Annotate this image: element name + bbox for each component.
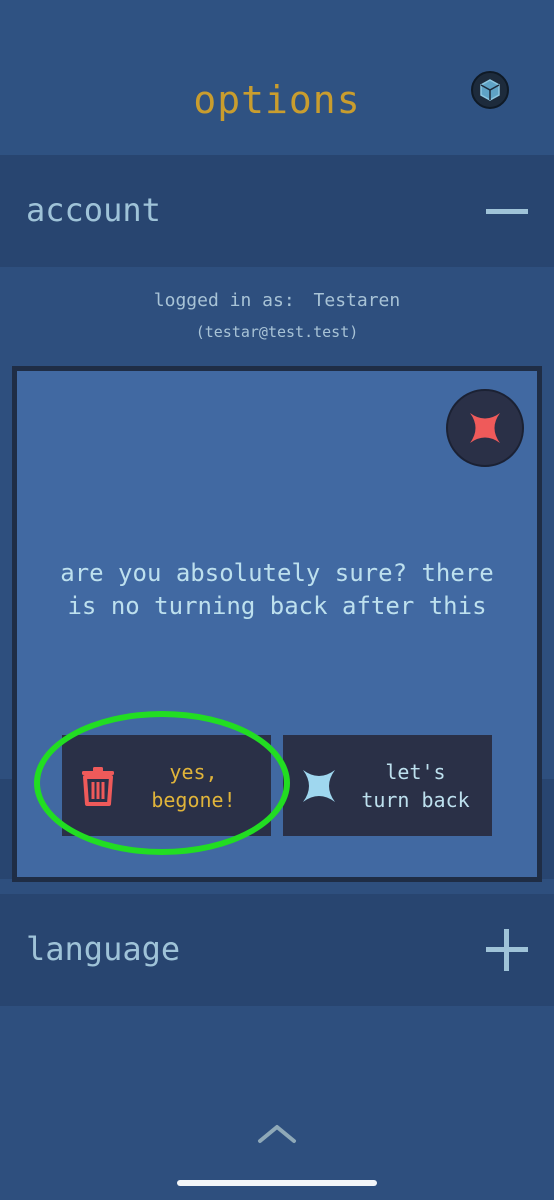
language-section-header[interactable]: language [0,894,554,1006]
confirm-delete-label: yes, begone! [151,759,236,812]
confirm-message: are you absolutely sure? there is no tur… [17,557,537,623]
username: Testaren [313,290,401,311]
cancel-label: let's turn back [361,759,470,812]
logged-in-label: logged in as: [153,290,295,311]
language-section-label: language [26,930,181,968]
trash-icon [82,766,114,806]
header: options [0,0,554,155]
close-icon [470,413,500,443]
close-dialog-button[interactable] [446,389,524,467]
cube-icon[interactable] [471,71,509,109]
confirm-message-line-1: are you absolutely sure? there [60,559,494,587]
confirm-dialog: are you absolutely sure? there is no tur… [12,366,542,882]
user-email: (testar@test.test) [195,323,359,341]
plus-icon[interactable] [486,929,528,971]
account-section-label: account [26,191,161,229]
home-indicator[interactable] [177,1180,377,1186]
minus-icon[interactable] [486,209,528,214]
logged-in-info: logged in as: Testaren [0,290,554,311]
x-icon [303,769,335,802]
chevron-up-icon[interactable] [257,1122,297,1144]
confirm-message-line-2: is no turning back after this [67,592,487,620]
confirm-delete-button[interactable]: yes, begone! [62,735,271,836]
account-section-header[interactable]: account [0,155,554,267]
cancel-button[interactable]: let's turn back [283,735,492,836]
